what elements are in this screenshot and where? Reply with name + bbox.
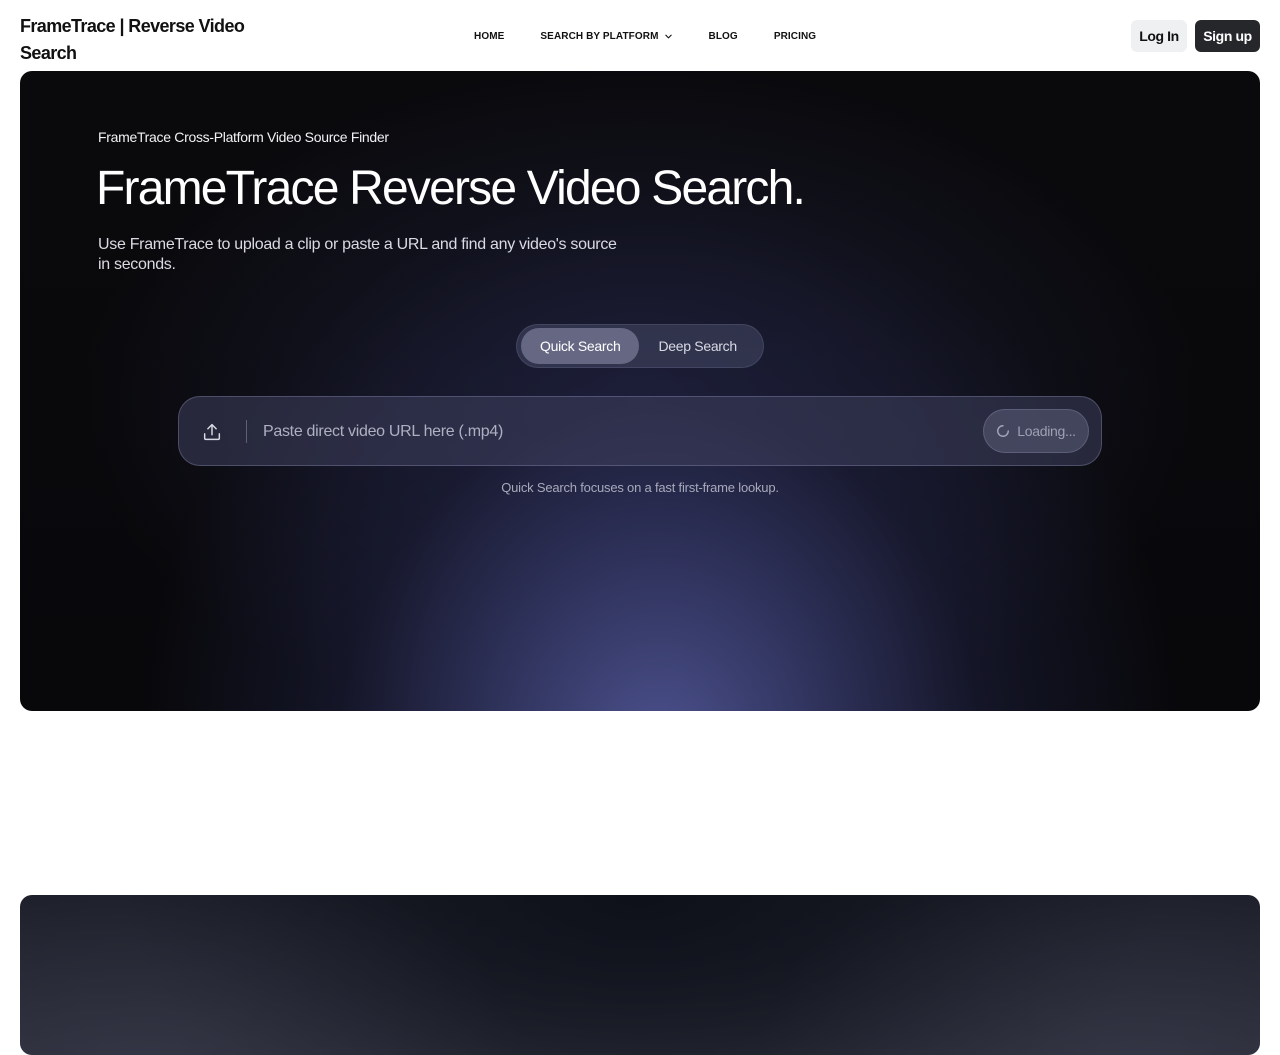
hero-subtitle: Use FrameTrace to upload a clip or paste… [98, 236, 617, 273]
search-submit-button[interactable]: Loading... [983, 409, 1089, 453]
auth-buttons: Log In Sign up [1131, 20, 1260, 52]
nav-blog[interactable]: BLOG [709, 29, 738, 43]
search-mode-toggle: Quick Search Deep Search [516, 324, 764, 368]
nav-search-by-platform[interactable]: SEARCH BY PLATFORM [540, 29, 672, 43]
nav-blog-label: BLOG [708, 30, 738, 42]
nav-home-label: HOME [474, 30, 505, 42]
hero-title: FrameTrace Reverse Video Search. [96, 162, 806, 215]
brand-logo-text[interactable]: FrameTrace | Reverse Video Search [20, 13, 250, 67]
chevron-down-icon [664, 34, 672, 38]
quick-search-tab[interactable]: Quick Search [521, 328, 640, 364]
secondary-dark-section [20, 895, 1260, 1055]
nav-pricing[interactable]: PRICING [774, 29, 816, 43]
nav-search-by-platform-label: SEARCH BY PLATFORM [540, 30, 659, 42]
login-button[interactable]: Log In [1131, 20, 1187, 52]
site-header: FrameTrace | Reverse Video Search HOME S… [0, 0, 1280, 71]
nav-pricing-label: PRICING [773, 30, 817, 42]
search-divider [246, 420, 247, 443]
nav-home[interactable]: HOME [474, 29, 504, 43]
video-search-bar: Loading... [178, 396, 1102, 466]
signup-button[interactable]: Sign up [1195, 20, 1260, 52]
spinner-icon [997, 425, 1010, 437]
hero-section: FrameTrace Cross-Platform Video Source F… [20, 71, 1260, 711]
search-submit-label: Loading... [1017, 423, 1076, 439]
search-mode-hint: Quick Search focuses on a fast first-fra… [501, 480, 779, 495]
video-url-input[interactable] [263, 417, 963, 447]
upload-icon[interactable] [201, 421, 223, 443]
hero-eyebrow: FrameTrace Cross-Platform Video Source F… [98, 129, 389, 145]
deep-search-tab[interactable]: Deep Search [639, 328, 755, 364]
main-nav: HOME SEARCH BY PLATFORM BLOG PRICING [474, 29, 816, 43]
